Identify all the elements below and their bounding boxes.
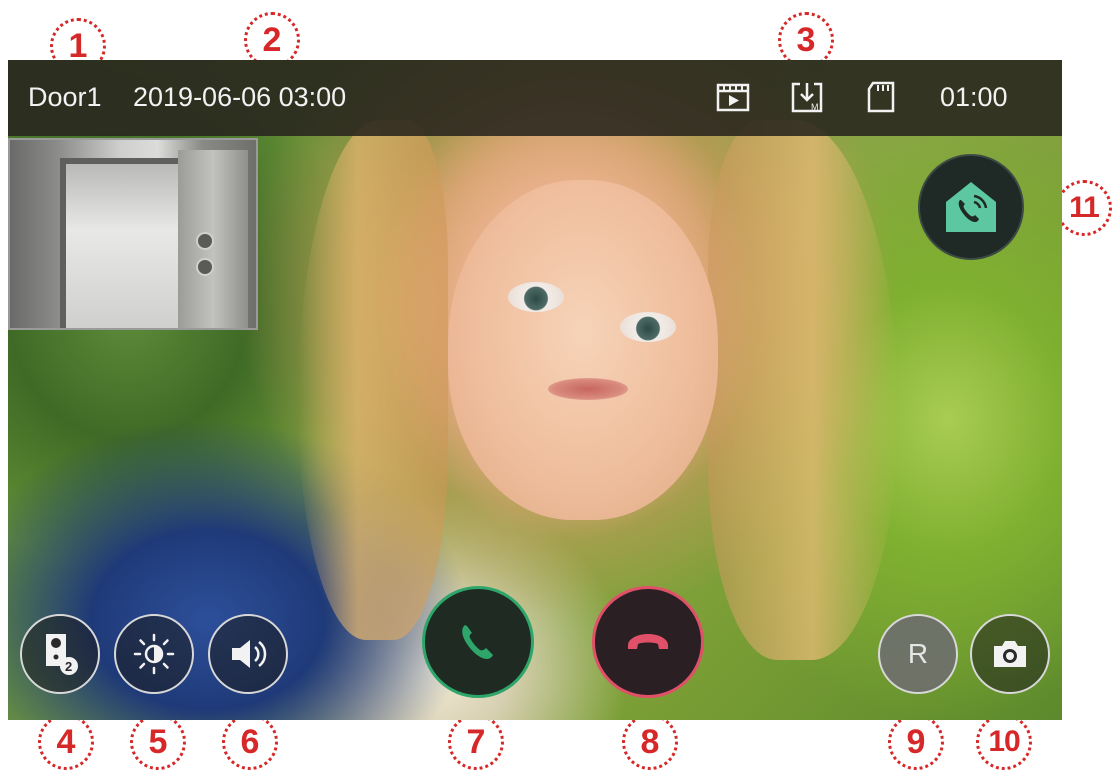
memory-save-icon: M <box>790 80 824 114</box>
pip-door <box>60 158 190 328</box>
callout-5: 5 <box>130 714 186 770</box>
camera-number-badge: 2 <box>65 659 72 674</box>
visitor-mouth <box>548 378 628 400</box>
pip-door-knob <box>196 258 214 276</box>
volume-button[interactable] <box>208 614 288 694</box>
camera-icon <box>994 641 1026 667</box>
hang-up-button[interactable] <box>592 586 704 698</box>
camera-switch-button[interactable]: 2 <box>20 614 100 694</box>
phone-hangup-icon <box>628 634 668 649</box>
background-hair-left <box>298 120 448 640</box>
brightness-icon <box>133 633 175 675</box>
door-label: Door1 <box>28 82 102 112</box>
record-button[interactable]: R <box>878 614 958 694</box>
date-time: 2019-06-06 03:00 <box>133 82 347 112</box>
callout-4: 4 <box>38 714 94 770</box>
phone-answer-icon <box>462 625 493 659</box>
pip-camera-view[interactable] <box>8 138 258 330</box>
callout-10: 10 <box>976 714 1032 770</box>
speaker-icon <box>232 640 267 668</box>
visitor-eye-right <box>620 312 676 342</box>
video-record-icon <box>716 80 750 114</box>
callout-9: 9 <box>888 714 944 770</box>
status-bar: Door1 2019-06-06 03:00 M 01:00 <box>8 60 1062 136</box>
svg-text:M: M <box>811 102 819 112</box>
snapshot-button[interactable] <box>970 614 1050 694</box>
background-hair-right <box>708 120 898 660</box>
call-timer: 01:00 <box>940 82 1008 112</box>
door-camera-icon: 2 <box>46 634 78 675</box>
record-label: R <box>907 638 929 669</box>
callout-8: 8 <box>622 714 678 770</box>
pip-door-knob <box>196 232 214 250</box>
video-screen: Door1 2019-06-06 03:00 M 01:00 2 R <box>8 60 1062 720</box>
visitor-eye-left <box>508 282 564 312</box>
home-call-icon <box>946 182 996 232</box>
callout-6: 6 <box>222 714 278 770</box>
home-call-button[interactable] <box>918 154 1024 260</box>
visitor-face <box>448 180 718 520</box>
answer-call-button[interactable] <box>422 586 534 698</box>
sd-card-icon <box>864 80 898 114</box>
brightness-button[interactable] <box>114 614 194 694</box>
callout-7: 7 <box>448 714 504 770</box>
callout-11: 11 <box>1056 180 1112 236</box>
